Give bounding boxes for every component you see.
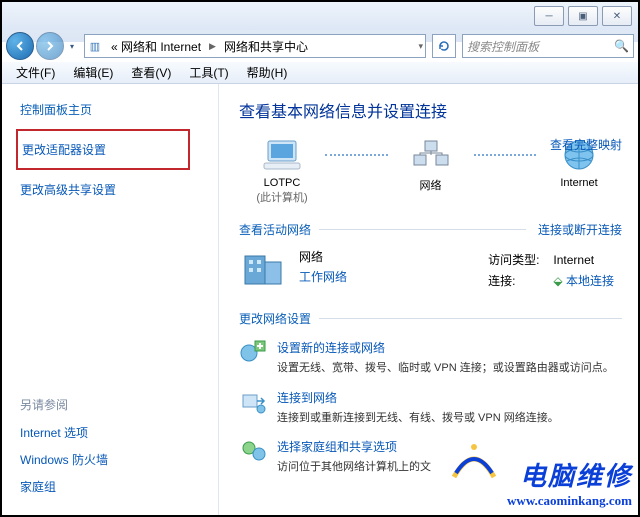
node-local-label: LOTPC (264, 177, 301, 189)
sidebar-see-also-header: 另请参阅 (20, 396, 218, 413)
access-type-label: 访问类型: (482, 250, 545, 269)
option-title: 连接到网络 (277, 389, 559, 406)
breadcrumb-parent[interactable]: « 网络和 Internet (105, 35, 207, 57)
network-details: 访问类型: Internet 连接: ⬙ 本地连接 (480, 248, 622, 292)
divider (319, 229, 526, 230)
node-internet-label: Internet (560, 177, 597, 189)
sidebar-advanced-sharing[interactable]: 更改高级共享设置 (20, 176, 218, 203)
network-name: 网络 (299, 248, 468, 265)
menu-help[interactable]: 帮助(H) (239, 62, 296, 83)
option-new-connection[interactable]: 设置新的连接或网络 设置无线、宽带、拨号、临时或 VPN 连接；或设置路由器或访… (239, 339, 622, 377)
breadcrumb-current[interactable]: 网络和共享中心 (218, 35, 314, 57)
adapter-icon: ⬙ (553, 274, 562, 288)
connection-line-1 (325, 136, 388, 174)
option-connect-network[interactable]: 连接到网络 连接到或重新连接到无线、有线、拨号或 VPN 网络连接。 (239, 389, 622, 427)
page-title: 查看基本网络信息并设置连接 (239, 98, 622, 122)
maximize-button[interactable]: ▣ (568, 6, 598, 26)
network-info: 网络 工作网络 (299, 248, 468, 292)
titlebar: ─ ▣ ✕ (2, 2, 638, 30)
sidebar: 控制面板主页 更改适配器设置 更改高级共享设置 另请参阅 Internet 选项… (2, 84, 219, 516)
address-icon: ▥ (85, 37, 105, 55)
close-button[interactable]: ✕ (602, 6, 632, 26)
sidebar-control-panel-home[interactable]: 控制面板主页 (20, 96, 218, 123)
divider (319, 318, 622, 319)
active-networks-label: 查看活动网络 (239, 221, 311, 238)
change-settings-header: 更改网络设置 (239, 310, 622, 327)
computer-icon (260, 136, 304, 174)
option-desc: 连接到或重新连接到无线、有线、拨号或 VPN 网络连接。 (277, 410, 559, 427)
sidebar-internet-options[interactable]: Internet 选项 (20, 419, 218, 446)
change-settings-label: 更改网络设置 (239, 310, 311, 327)
highlight-box: 更改适配器设置 (16, 129, 190, 170)
sidebar-windows-firewall[interactable]: Windows 防火墙 (20, 446, 218, 473)
menu-view[interactable]: 查看(V) (123, 62, 179, 83)
chevron-down-icon[interactable]: ▾ (416, 35, 425, 57)
menu-bar: 文件(F) 编辑(E) 查看(V) 工具(T) 帮助(H) (2, 62, 638, 84)
network-category-link[interactable]: 工作网络 (299, 268, 468, 285)
sidebar-change-adapter-settings[interactable]: 更改适配器设置 (18, 136, 178, 163)
address-bar[interactable]: ▥ « 网络和 Internet ▶ 网络和共享中心 ▾ (84, 34, 426, 58)
option-desc: 访问位于其他网络计算机上的文 (277, 459, 431, 476)
search-icon: 🔍 (614, 39, 629, 53)
access-type-value: Internet (547, 250, 620, 269)
nav-history-dropdown[interactable]: ▾ (66, 35, 78, 57)
node-local-sublabel: (此计算机) (256, 189, 307, 205)
content-body: 控制面板主页 更改适配器设置 更改高级共享设置 另请参阅 Internet 选项… (2, 84, 638, 516)
homegroup-icon (239, 438, 267, 464)
main-content: 查看基本网络信息并设置连接 查看完整映射 LOTPC (此计算机) 网络 (219, 84, 638, 516)
active-networks-header: 查看活动网络 连接或断开连接 (239, 221, 622, 238)
connect-disconnect-link[interactable]: 连接或断开连接 (538, 221, 622, 238)
node-this-computer: LOTPC (此计算机) (239, 136, 325, 205)
network-icon (409, 136, 453, 174)
connection-line-2 (474, 136, 537, 174)
menu-file[interactable]: 文件(F) (8, 62, 63, 83)
node-network-label: 网络 (420, 177, 442, 193)
active-network-block: 网络 工作网络 访问类型: Internet 连接: ⬙ 本地连接 (239, 248, 622, 292)
chevron-right-icon[interactable]: ▶ (207, 35, 218, 57)
menu-edit[interactable]: 编辑(E) (65, 62, 121, 83)
minimize-button[interactable]: ─ (534, 6, 564, 26)
search-input[interactable]: 搜索控制面板 🔍 (462, 34, 634, 58)
new-connection-icon (239, 339, 267, 365)
node-network: 网络 (388, 136, 474, 193)
refresh-button[interactable] (432, 34, 456, 58)
work-network-icon (239, 248, 287, 290)
search-placeholder: 搜索控制面板 (467, 38, 539, 55)
back-button[interactable] (6, 32, 34, 60)
control-panel-window: ─ ▣ ✕ ▾ ▥ « 网络和 Internet ▶ 网络和共享中心 ▾ 搜索控… (0, 0, 640, 517)
connection-label: 连接: (482, 271, 545, 290)
option-title: 设置新的连接或网络 (277, 339, 614, 356)
option-title: 选择家庭组和共享选项 (277, 438, 431, 455)
view-full-map-link[interactable]: 查看完整映射 (550, 136, 622, 153)
navigation-bar: ▾ ▥ « 网络和 Internet ▶ 网络和共享中心 ▾ 搜索控制面板 🔍 (2, 30, 638, 62)
sidebar-see-also: 另请参阅 Internet 选项 Windows 防火墙 家庭组 (20, 396, 218, 516)
menu-tools[interactable]: 工具(T) (181, 62, 236, 83)
connect-network-icon (239, 389, 267, 415)
option-desc: 设置无线、宽带、拨号、临时或 VPN 连接；或设置路由器或访问点。 (277, 360, 614, 377)
sidebar-homegroup[interactable]: 家庭组 (20, 473, 218, 500)
local-connection-link[interactable]: 本地连接 (566, 274, 614, 288)
network-map: 查看完整映射 LOTPC (此计算机) 网络 (239, 136, 622, 205)
forward-button[interactable] (36, 32, 64, 60)
option-homegroup-sharing[interactable]: 选择家庭组和共享选项 访问位于其他网络计算机上的文 (239, 438, 622, 476)
